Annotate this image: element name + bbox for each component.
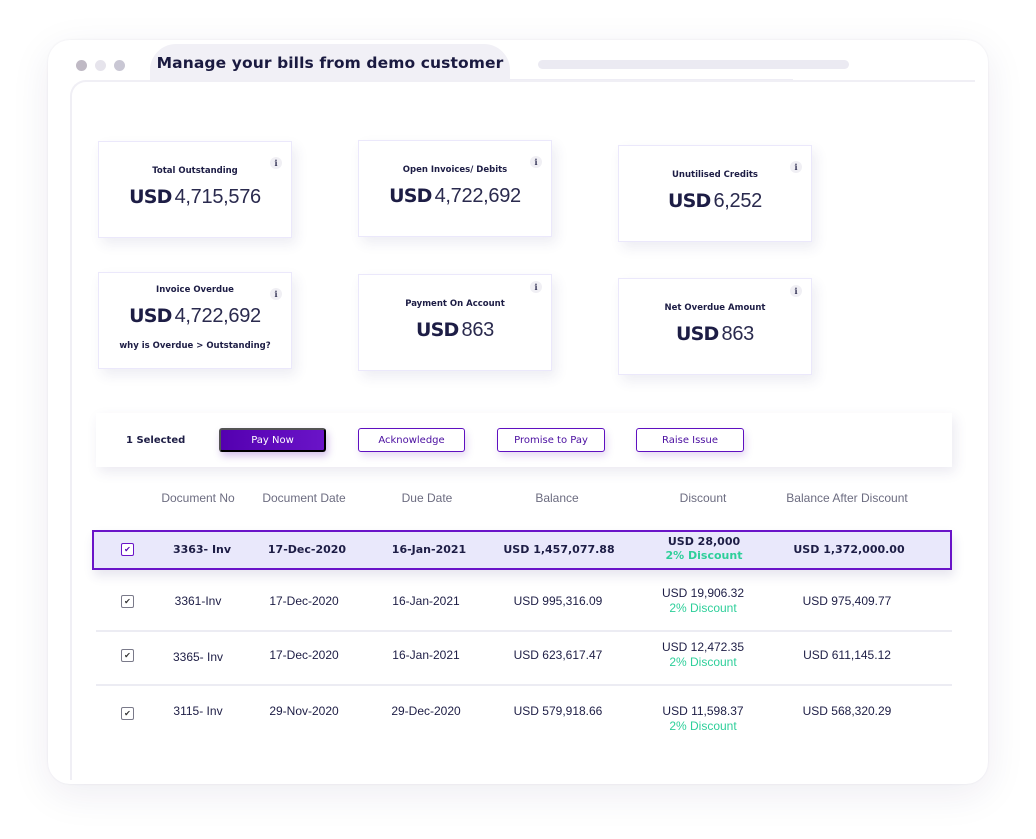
row-divider bbox=[96, 630, 952, 632]
cell-due-date: 16-Jan-2021 bbox=[391, 543, 467, 556]
card-payment-on-account: i Payment On Account USD 863 bbox=[358, 274, 552, 371]
discount-percent: 2% Discount bbox=[669, 655, 737, 669]
card-value: USD 4,715,576 bbox=[99, 186, 291, 209]
cell-discount: USD 28,000 2% Discount bbox=[644, 535, 764, 563]
column-header-document-no[interactable]: Document No bbox=[148, 491, 248, 505]
card-currency: USD bbox=[676, 323, 719, 345]
cell-balance: USD 579,918.66 bbox=[513, 704, 603, 718]
table-row-selected[interactable]: ✔ 3363- Inv 17-Dec-2020 16-Jan-2021 USD … bbox=[92, 530, 952, 570]
cell-balance: USD 623,617.47 bbox=[513, 648, 603, 662]
card-amount: 6,252 bbox=[713, 190, 763, 212]
card-title: Unutilised Credits bbox=[672, 170, 758, 180]
card-value: USD 6,252 bbox=[619, 190, 811, 213]
card-currency: USD bbox=[389, 185, 432, 207]
cell-document-no[interactable]: 3361-Inv bbox=[148, 594, 248, 608]
discount-percent: 2% Discount bbox=[665, 549, 743, 562]
tab-title: Manage your bills from demo customer bbox=[156, 53, 504, 72]
column-header-discount[interactable]: Discount bbox=[643, 491, 763, 505]
cell-document-no[interactable]: 3363- Inv bbox=[152, 543, 252, 556]
discount-amount: USD 11,598.37 bbox=[662, 704, 744, 718]
row-checkbox[interactable]: ✔ bbox=[121, 543, 134, 556]
cell-document-no[interactable]: 3365- Inv bbox=[148, 650, 248, 664]
card-value: USD 863 bbox=[359, 319, 551, 342]
card-total-outstanding: i Total Outstanding USD 4,715,576 bbox=[98, 141, 292, 238]
row-checkbox[interactable]: ✔ bbox=[121, 649, 134, 662]
action-bar: 1 Selected Pay Now Acknowledge Promise t… bbox=[96, 413, 952, 467]
column-header-balance-after-discount[interactable]: Balance After Discount bbox=[772, 491, 922, 505]
cell-document-date: 29-Nov-2020 bbox=[269, 704, 339, 718]
card-invoice-overdue: i Invoice Overdue USD 4,722,692 why is Ov… bbox=[98, 272, 292, 369]
promise-to-pay-button[interactable]: Promise to Pay bbox=[497, 428, 605, 452]
cell-due-date: 29-Dec-2020 bbox=[391, 704, 461, 718]
cell-discount: USD 11,598.37 2% Discount bbox=[643, 704, 763, 734]
discount-percent: 2% Discount bbox=[669, 601, 737, 615]
overdue-explanation-link[interactable]: why is Overdue > Outstanding? bbox=[99, 341, 291, 351]
info-icon[interactable]: i bbox=[530, 156, 542, 168]
table-row[interactable]: ✔ 3115- Inv 29-Nov-2020 29-Dec-2020 USD … bbox=[96, 690, 952, 744]
cell-document-date: 17-Dec-2020 bbox=[269, 648, 339, 662]
card-unutilised-credits: i Unutilised Credits USD 6,252 bbox=[618, 145, 812, 242]
cell-due-date: 16-Jan-2021 bbox=[392, 648, 460, 662]
cell-balance: USD 1,457,077.88 bbox=[503, 543, 615, 556]
card-amount: 863 bbox=[721, 323, 755, 345]
table-row[interactable]: ✔ 3361-Inv 17-Dec-2020 16-Jan-2021 USD 9… bbox=[96, 580, 952, 634]
cell-balance-after-discount: USD 568,320.29 bbox=[802, 704, 892, 718]
info-icon[interactable]: i bbox=[790, 285, 802, 297]
cell-due-date: 16-Jan-2021 bbox=[392, 594, 460, 608]
card-open-invoices: i Open Invoices/ Debits USD 4,722,692 bbox=[358, 140, 552, 237]
table-row[interactable]: ✔ 3365- Inv 17-Dec-2020 16-Jan-2021 USD … bbox=[96, 634, 952, 688]
info-icon[interactable]: i bbox=[270, 157, 282, 169]
card-amount: 4,722,692 bbox=[174, 305, 262, 327]
card-title: Open Invoices/ Debits bbox=[402, 165, 508, 175]
card-value: USD 4,722,692 bbox=[99, 305, 291, 328]
card-title: Net Overdue Amount bbox=[664, 303, 766, 313]
card-value: USD 4,722,692 bbox=[359, 185, 551, 208]
pay-now-button[interactable]: Pay Now bbox=[219, 428, 326, 452]
cell-balance-after-discount: USD 1,372,000.00 bbox=[793, 543, 905, 556]
address-bar[interactable] bbox=[538, 60, 849, 69]
acknowledge-button[interactable]: Acknowledge bbox=[358, 428, 465, 452]
browser-tab[interactable]: Manage your bills from demo customer bbox=[150, 44, 510, 81]
discount-amount: USD 28,000 bbox=[667, 535, 741, 548]
card-amount: 863 bbox=[461, 319, 495, 341]
column-header-due-date[interactable]: Due Date bbox=[377, 491, 477, 505]
row-divider bbox=[96, 684, 952, 686]
discount-amount: USD 19,906.32 bbox=[661, 586, 745, 600]
card-value: USD 863 bbox=[619, 323, 811, 346]
card-title: Total Outstanding bbox=[152, 166, 238, 176]
card-currency: USD bbox=[129, 186, 172, 208]
cell-document-date: 17-Dec-2020 bbox=[267, 543, 347, 556]
cell-balance-after-discount: USD 611,145.12 bbox=[803, 648, 891, 662]
card-currency: USD bbox=[667, 190, 711, 212]
cell-balance-after-discount: USD 975,409.77 bbox=[802, 594, 892, 608]
card-currency: USD bbox=[129, 305, 172, 327]
cell-balance: USD 995,316.09 bbox=[513, 594, 603, 608]
cell-document-date: 17-Dec-2020 bbox=[269, 594, 339, 608]
card-title: Payment On Account bbox=[405, 299, 505, 309]
cell-discount: USD 12,472.35 2% Discount bbox=[643, 640, 763, 670]
raise-issue-button[interactable]: Raise Issue bbox=[636, 428, 744, 452]
info-icon[interactable]: i bbox=[790, 161, 802, 173]
card-amount: 4,722,692 bbox=[434, 185, 522, 207]
card-title: Invoice Overdue bbox=[156, 285, 234, 295]
column-header-document-date[interactable]: Document Date bbox=[254, 491, 354, 505]
column-header-balance[interactable]: Balance bbox=[497, 491, 617, 505]
discount-percent: 2% Discount bbox=[669, 719, 737, 733]
selected-count: 1 Selected bbox=[126, 434, 186, 446]
discount-amount: USD 12,472.35 bbox=[661, 640, 745, 654]
card-net-overdue-amount: i Net Overdue Amount USD 863 bbox=[618, 278, 812, 375]
row-checkbox[interactable]: ✔ bbox=[121, 595, 134, 608]
window-controls bbox=[76, 60, 125, 71]
card-amount: 4,715,576 bbox=[174, 186, 262, 208]
info-icon[interactable]: i bbox=[530, 281, 542, 293]
window-minimize-dot[interactable] bbox=[95, 60, 106, 71]
window-maximize-dot[interactable] bbox=[114, 60, 125, 71]
card-currency: USD bbox=[416, 319, 459, 341]
cell-document-no[interactable]: 3115- Inv bbox=[148, 704, 248, 718]
cell-discount: USD 19,906.32 2% Discount bbox=[643, 586, 763, 616]
window-close-dot[interactable] bbox=[76, 60, 87, 71]
info-icon[interactable]: i bbox=[270, 288, 282, 300]
row-checkbox[interactable]: ✔ bbox=[121, 707, 134, 720]
